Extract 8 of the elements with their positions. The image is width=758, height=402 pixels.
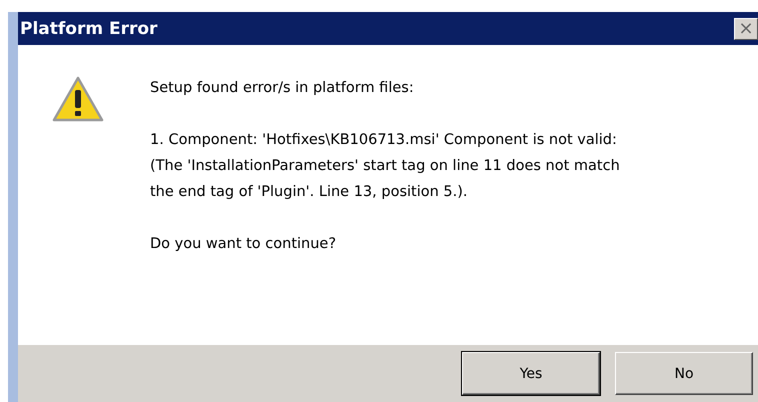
no-button[interactable]: No — [615, 352, 753, 395]
message-text: 1. Component: 'Hotfixes\KB106713.msi' Component is not valid: (The 'InstallationParameters' start tag on line 11 does not match the end tag of 'Plugin'. Line 13, position 5.). — [150, 131, 620, 202]
close-button[interactable]: × — [734, 18, 758, 40]
warning-icon — [52, 75, 104, 123]
yes-button[interactable]: Yes — [462, 352, 600, 395]
window-title: Platform Error — [20, 18, 158, 38]
message-text: Do you want to continue? — [150, 235, 338, 254]
message-text: Setup found error/s in platform files: — [150, 79, 415, 98]
